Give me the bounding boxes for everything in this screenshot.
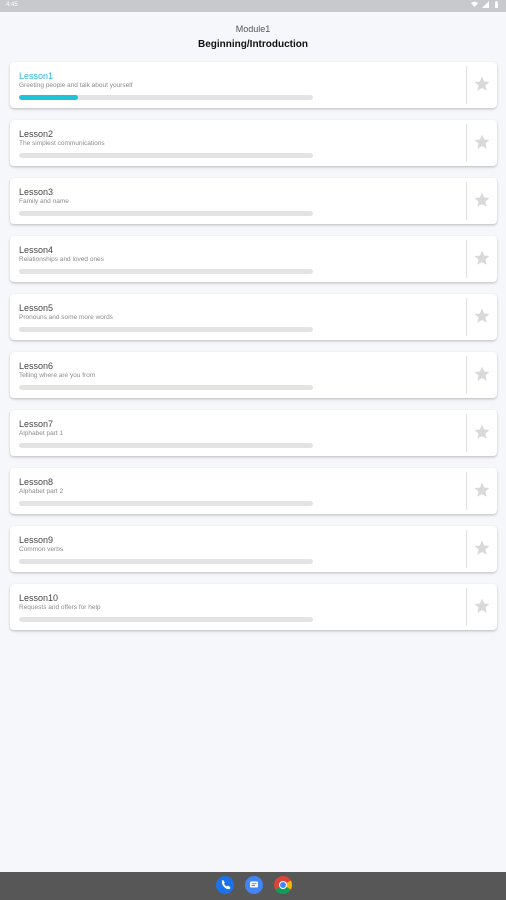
lesson-card[interactable]: Lesson6 Telling where are you from: [10, 352, 497, 398]
lesson-card[interactable]: Lesson1 Greeting people and talk about yo…: [10, 62, 497, 108]
lesson-card[interactable]: Lesson4 Relationships and loved ones: [10, 236, 497, 282]
lesson-title: Lesson1: [19, 71, 54, 81]
lesson-title: Lesson8: [19, 477, 54, 487]
star-icon[interactable]: [473, 133, 491, 151]
navigation-bar: [0, 872, 506, 900]
module-label: Module1: [235, 24, 271, 34]
divider: [466, 298, 467, 336]
divider: [466, 356, 467, 394]
lesson-title: Lesson3: [19, 187, 54, 197]
lesson-progress-bar: [19, 153, 313, 158]
star-icon[interactable]: [473, 75, 491, 93]
divider: [466, 182, 467, 220]
lesson-subtitle: The simplest communications: [19, 140, 105, 147]
lesson-title: Lesson6: [19, 361, 54, 371]
lesson-card[interactable]: Lesson5 Pronouns and some more words: [10, 294, 497, 340]
lesson-card[interactable]: Lesson2 The simplest communications: [10, 120, 497, 166]
messages-icon[interactable]: [245, 876, 263, 894]
page-header: Module1 Beginning/Introduction: [0, 12, 506, 58]
lesson-title: Lesson2: [19, 129, 54, 139]
lesson-progress-bar: [19, 443, 313, 448]
status-icons: [471, 1, 500, 8]
star-icon[interactable]: [473, 481, 491, 499]
star-icon[interactable]: [473, 307, 491, 325]
star-icon[interactable]: [473, 423, 491, 441]
lesson-card[interactable]: Lesson9 Common verbs: [10, 526, 497, 572]
lesson-subtitle: Telling where are you from: [19, 372, 96, 379]
star-icon[interactable]: [473, 597, 491, 615]
lesson-progress-bar: [19, 385, 313, 390]
lesson-card[interactable]: Lesson8 Alphabet part 2: [10, 468, 497, 514]
lesson-progress-bar: [19, 617, 313, 622]
lesson-subtitle: Requests and offers for help: [19, 604, 101, 611]
star-icon[interactable]: [473, 365, 491, 383]
lesson-title: Lesson10: [19, 593, 59, 603]
divider: [466, 530, 467, 568]
lesson-list: Lesson1 Greeting people and talk about yo…: [10, 62, 497, 642]
lesson-title: Lesson4: [19, 245, 54, 255]
wifi-icon: [471, 1, 478, 8]
lesson-progress-bar: [19, 269, 313, 274]
phone-icon[interactable]: [216, 876, 234, 894]
lesson-title: Lesson5: [19, 303, 54, 313]
signal-icon: [482, 1, 489, 8]
lesson-subtitle: Pronouns and some more words: [19, 314, 113, 321]
page-title: Beginning/Introduction: [198, 39, 308, 50]
lesson-subtitle: Relationships and loved ones: [19, 256, 104, 263]
battery-icon: [495, 1, 498, 8]
star-icon[interactable]: [473, 539, 491, 557]
lesson-progress-bar: [19, 559, 313, 564]
lesson-subtitle: Family and name: [19, 198, 69, 205]
lesson-title: Lesson7: [19, 419, 54, 429]
lesson-progress-bar: [19, 211, 313, 216]
lesson-card[interactable]: Lesson7 Alphabet part 1: [10, 410, 497, 456]
star-icon[interactable]: [473, 249, 491, 267]
divider: [466, 66, 467, 104]
divider: [466, 472, 467, 510]
lesson-progress-bar: [19, 95, 313, 100]
lesson-card[interactable]: Lesson10 Requests and offers for help: [10, 584, 497, 630]
lesson-progress-fill: [19, 95, 78, 100]
lesson-title: Lesson9: [19, 535, 54, 545]
status-time: 4:45: [6, 2, 18, 8]
chrome-icon[interactable]: [274, 876, 292, 894]
lesson-subtitle: Greeting people and talk about yourself: [19, 82, 133, 89]
divider: [466, 240, 467, 278]
lesson-card[interactable]: Lesson3 Family and name: [10, 178, 497, 224]
star-icon[interactable]: [473, 191, 491, 209]
divider: [466, 588, 467, 626]
lesson-subtitle: Common verbs: [19, 546, 64, 553]
lesson-progress-bar: [19, 327, 313, 332]
lesson-subtitle: Alphabet part 2: [19, 488, 64, 495]
divider: [466, 124, 467, 162]
lesson-progress-bar: [19, 501, 313, 506]
status-bar: 4:45: [0, 0, 506, 12]
lesson-subtitle: Alphabet part 1: [19, 430, 64, 437]
divider: [466, 414, 467, 452]
